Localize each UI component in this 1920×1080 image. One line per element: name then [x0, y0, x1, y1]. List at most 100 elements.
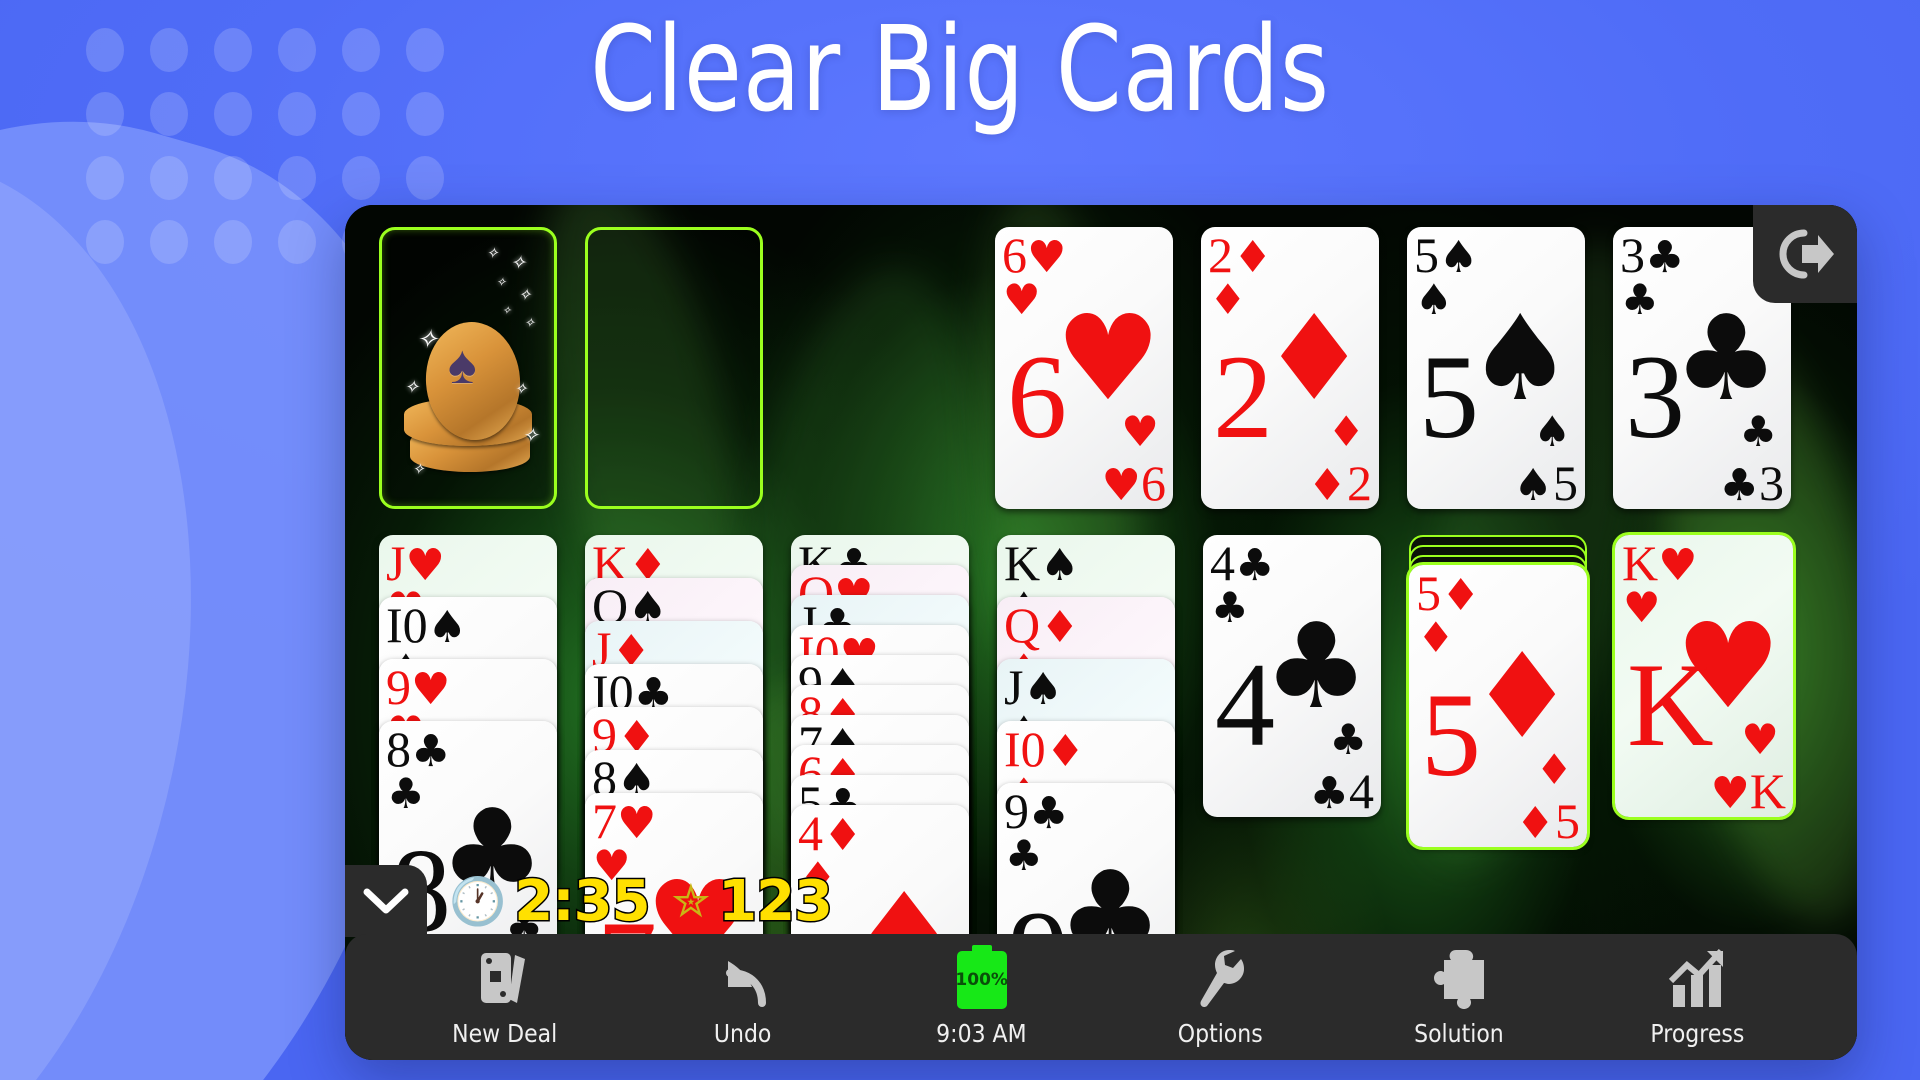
card-suit-icon-bottom: ♠ — [1513, 459, 1553, 509]
toolbar-item-solution[interactable]: Solution — [1340, 934, 1579, 1060]
card-suit-small-icon: ♦ — [1417, 613, 1455, 662]
card-rank-large: 5 — [1419, 330, 1479, 463]
card-corner-top: 9♣ — [1004, 785, 1068, 838]
card-corner-top: I0♠ — [386, 599, 467, 652]
card-rank-bottom: 3 — [1759, 454, 1784, 509]
card-rank-large: 2 — [1213, 330, 1273, 463]
card-suit-icon-bottom: ♦ — [1307, 459, 1347, 509]
card-corner-bottom: ♣4 — [1309, 762, 1374, 818]
card-suit-icon: ♥ — [1658, 540, 1698, 591]
card-rank-large: K — [1627, 638, 1714, 771]
spade-icon: ♠ — [448, 335, 477, 395]
page-title: Clear Big Cards — [590, 0, 1330, 138]
card-suit-small-icon: ♥ — [1623, 583, 1661, 632]
card-rank-bottom: 5 — [1553, 454, 1578, 509]
exit-icon — [1779, 229, 1834, 279]
toolbar-item-label: New Deal — [451, 1018, 557, 1048]
card-rank-bottom: 4 — [1349, 762, 1374, 817]
card-corner-bottom: ♦2 — [1307, 454, 1372, 510]
card-rank-bottom: 6 — [1141, 454, 1166, 509]
card-suit-small-icon-bottom: ♠ — [1533, 407, 1571, 456]
card-corner-top: I0♦ — [1004, 723, 1085, 776]
decorative-dot — [150, 220, 188, 264]
card-suit-small-icon-bottom: ♥ — [1121, 407, 1159, 456]
chevron-down-icon — [363, 888, 409, 914]
tableau-card[interactable]: 4♣ ♣ ♣ 4 ♣ ♣4 — [1203, 535, 1381, 817]
card-rank-large: 3 — [1625, 330, 1685, 463]
exit-button[interactable] — [1753, 205, 1857, 303]
card-suit-large-icon: ♥ — [1055, 289, 1161, 427]
decorative-dot — [86, 28, 124, 72]
card-suit-small-icon-bottom: ♦ — [1535, 745, 1573, 794]
card-rank-bottom: 5 — [1555, 792, 1580, 847]
card-suit-icon-bottom: ♣ — [1309, 767, 1349, 817]
collapse-toolbar-button[interactable] — [345, 865, 427, 937]
card-suit-small-icon: ♦ — [799, 853, 837, 902]
free-cell-2[interactable] — [585, 227, 763, 509]
decorative-dot — [342, 156, 380, 200]
toolbar-item-options[interactable]: Options — [1101, 934, 1340, 1060]
card-suit-small-icon-bottom: ♣ — [1329, 715, 1367, 764]
card-corner-bottom: ♠5 — [1513, 454, 1578, 510]
toolbar-item-new-deal[interactable]: New Deal — [385, 934, 624, 1060]
toolbar-item-progress[interactable]: Progress — [1578, 934, 1817, 1060]
decorative-dot — [150, 156, 188, 200]
cards-icon — [473, 947, 535, 1009]
decorative-dot — [214, 220, 252, 264]
foundation-1[interactable]: 6♥ ♥ ♥ 6 ♥ ♥6 — [995, 227, 1173, 509]
card-suit-small-icon: ♠ — [1415, 275, 1453, 324]
card-rank-bottom: 2 — [1347, 454, 1372, 509]
toolbar-item-label: Progress — [1650, 1018, 1745, 1048]
wrench-icon — [1191, 947, 1249, 1009]
decorative-dot — [214, 156, 252, 200]
chip-stack-spade-icon: ♠ ✧ ✧ ✧ ✧ ✧ ✧ ✧ ✧ ✧ ✧ ✧ — [404, 245, 539, 478]
card-corner-top: 2♦ — [1208, 229, 1272, 282]
card-rank-large: 4 — [1215, 638, 1275, 771]
decorative-dot — [86, 92, 124, 136]
free-cell-1[interactable]: ♠ ✧ ✧ ✧ ✧ ✧ ✧ ✧ ✧ ✧ ✧ ✧ — [379, 227, 557, 509]
card-corner-top: K♥ — [1622, 537, 1698, 590]
decorative-dot — [86, 220, 124, 264]
card-rank-large: 5 — [1421, 668, 1481, 801]
card-corner-top: J♥ — [386, 537, 445, 590]
card-corner-top: 7♥ — [592, 795, 656, 848]
card-suit-small-icon-bottom: ♦ — [1327, 407, 1365, 456]
decorative-dot — [406, 156, 444, 200]
top-row: ♠ ✧ ✧ ✧ ✧ ✧ ✧ ✧ ✧ ✧ ✧ ✧ 6♥ ♥ ♥ 6 ♥ ♥6 2♦ ♦ ♦ 2 ♦ ♦2… — [379, 227, 1835, 515]
toolbar-item-label: 9:03 AM — [936, 1018, 1027, 1048]
card-suit-small-icon: ♥ — [593, 841, 631, 890]
card-suit-icon: ♦ — [1040, 602, 1080, 653]
card-suit-large-icon: ♣ — [1263, 597, 1369, 735]
tableau-card[interactable]: K♥ ♥ ♥ K ♥ ♥K — [1615, 535, 1793, 817]
card-suit-icon-bottom: ♦ — [1515, 797, 1555, 847]
card-corner-top: J♠ — [1004, 661, 1063, 714]
toolbar-item-undo[interactable]: Undo — [624, 934, 863, 1060]
card-suit-icon: ♠ — [1040, 540, 1080, 591]
card-suit-icon: ♦ — [1045, 726, 1086, 777]
card-corner-top: 6♥ — [1002, 229, 1066, 282]
decorative-dot — [86, 156, 124, 200]
card-suit-small-icon: ♦ — [1209, 275, 1247, 324]
card-corner-top: Q♦ — [1004, 599, 1080, 652]
foundation-2[interactable]: 2♦ ♦ ♦ 2 ♦ ♦2 — [1201, 227, 1379, 509]
battery-icon: 100% — [955, 944, 1008, 1009]
toolbar-item-label: Options — [1177, 1018, 1263, 1048]
card-suit-small-icon: ♣ — [1005, 831, 1043, 880]
card-suit-large-icon: ♣ — [1673, 289, 1779, 427]
card-corner-top: 5♠ — [1414, 229, 1478, 282]
card-suit-small-icon: ♣ — [1211, 583, 1249, 632]
card-suit-small-icon: ♣ — [1621, 275, 1659, 324]
card-suit-small-icon: ♣ — [387, 769, 425, 818]
card-suit-large-icon: ♠ — [1467, 289, 1573, 427]
foundation-3[interactable]: 5♠ ♠ ♠ 5 ♠ ♠5 — [1407, 227, 1585, 509]
card-suit-small-icon-bottom: ♥ — [1741, 715, 1779, 764]
tableau-card[interactable]: 5♦ ♦ ♦ 5 ♦ ♦5 — [1409, 565, 1587, 847]
card-suit-small-icon: ♥ — [1003, 275, 1041, 324]
toolbar-item-9-03-am[interactable]: 100% 9:03 AM — [862, 934, 1101, 1060]
card-corner-bottom: ♦5 — [1515, 792, 1580, 848]
card-corner-top: 4♣ — [1210, 537, 1274, 590]
card-corner-bottom: ♥K — [1710, 764, 1786, 818]
puzzle-piece-icon — [1431, 947, 1487, 1009]
card-rank-large: 6 — [1007, 330, 1067, 463]
card-corner-top: 3♣ — [1620, 229, 1684, 282]
